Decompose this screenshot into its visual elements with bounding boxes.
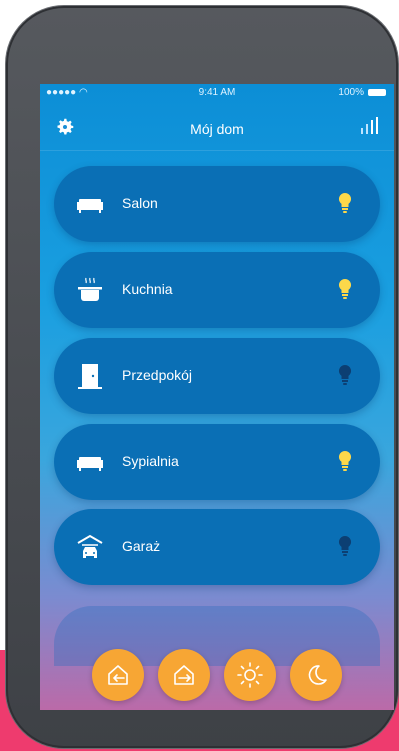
night-mode-button[interactable] [290,649,342,701]
pot-icon [78,277,102,301]
status-bar: ●●●●● ◠ 9:41 AM 100% [40,84,394,102]
stats-icon[interactable] [358,116,380,136]
lightbulb-on-icon[interactable] [338,278,352,300]
battery-percent: 100% [338,87,364,98]
lightbulb-off-icon[interactable] [338,535,352,557]
room-label: Kuchnia [122,281,173,297]
room-label: Przedpokój [122,367,193,383]
sofa-icon [77,457,103,471]
leave-home-button[interactable] [158,649,210,701]
lightbulb-on-icon[interactable] [338,450,352,472]
phone-frame: ●●●●● ◠ 9:41 AM 100% Mój dom Salon Kuchn… [6,6,398,748]
day-mode-button[interactable] [224,649,276,701]
moon-icon [308,665,327,685]
app-header: Mój dom [40,110,394,151]
enter-home-button[interactable] [92,649,144,701]
enter-home-icon [108,665,128,685]
page-title: Mój dom [190,121,244,137]
sofa-icon [77,199,103,213]
room-card-kuchnia[interactable]: Kuchnia [54,252,380,328]
room-card-przedpokoj[interactable]: Przedpokój [54,338,380,414]
car-garage-icon [77,534,103,558]
room-card-sypialnia[interactable]: Sypialnia [54,424,380,500]
battery-icon [368,89,386,96]
room-label: Garaż [122,538,161,554]
app-screen: ●●●●● ◠ 9:41 AM 100% Mój dom Salon Kuchn… [40,84,394,710]
scene-action-bar [40,640,394,710]
sun-icon [237,662,263,688]
room-card-salon[interactable]: Salon [54,166,380,242]
lightbulb-off-icon[interactable] [338,364,352,386]
door-icon [78,364,102,389]
lightbulb-on-icon[interactable] [338,192,352,214]
room-label: Salon [122,195,158,211]
leave-home-icon [174,665,194,685]
room-card-garaz[interactable]: Garaż [54,509,380,585]
room-label: Sypialnia [122,453,179,469]
